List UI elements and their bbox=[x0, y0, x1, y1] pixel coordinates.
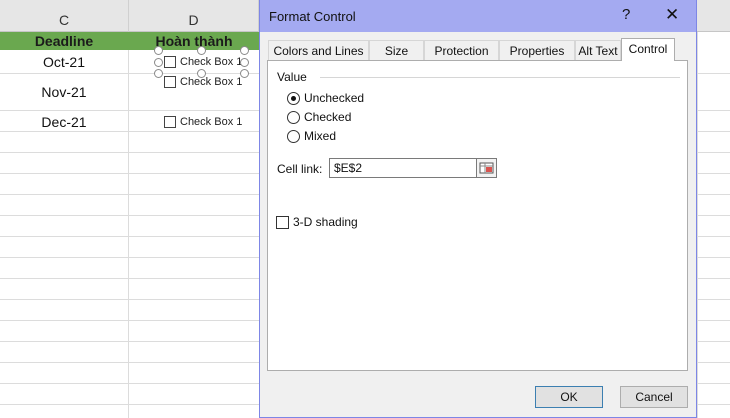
resize-handle[interactable] bbox=[240, 58, 249, 67]
deadline-header[interactable]: Deadline bbox=[0, 32, 128, 50]
checkbox-label: Check Box 1 bbox=[180, 116, 243, 128]
tab-protection[interactable]: Protection bbox=[424, 40, 499, 60]
checkbox-square-icon bbox=[276, 215, 289, 229]
column-header-d[interactable]: D bbox=[129, 0, 259, 32]
done-header[interactable]: Hoàn thành bbox=[129, 32, 259, 50]
resize-handle[interactable] bbox=[197, 46, 206, 55]
tab-colors-and-lines[interactable]: Colors and Lines bbox=[268, 40, 369, 60]
radio-label: Unchecked bbox=[304, 91, 365, 105]
dialog-title: Format Control bbox=[269, 9, 356, 24]
close-icon[interactable]: ✕ bbox=[665, 5, 679, 25]
value-group-label: Value bbox=[277, 70, 307, 84]
checkbox-square-icon bbox=[164, 76, 176, 88]
range-select-icon bbox=[479, 162, 494, 174]
checkbox-label: 3-D shading bbox=[293, 215, 358, 229]
3d-shading-checkbox[interactable]: 3-D shading bbox=[276, 215, 358, 229]
check-box-control-selected[interactable]: Check Box 1 bbox=[164, 56, 242, 68]
radio-checked[interactable]: Checked bbox=[287, 110, 351, 124]
help-button[interactable]: ? bbox=[622, 6, 630, 23]
radio-empty-icon bbox=[287, 129, 300, 143]
radio-unchecked[interactable]: Unchecked bbox=[287, 91, 364, 105]
range-select-button[interactable] bbox=[476, 158, 497, 178]
header-row-fill bbox=[697, 32, 730, 50]
tab-properties[interactable]: Properties bbox=[499, 40, 575, 60]
check-box-control[interactable]: Check Box 1 bbox=[164, 76, 242, 88]
cell-link-input[interactable]: $E$2 bbox=[329, 158, 478, 178]
ok-button[interactable]: OK bbox=[535, 386, 603, 408]
deadline-cell[interactable]: Nov-21 bbox=[0, 84, 128, 100]
radio-label: Checked bbox=[304, 110, 352, 124]
column-header-next[interactable] bbox=[697, 0, 730, 32]
resize-handle[interactable] bbox=[240, 46, 249, 55]
checkbox-label: Check Box 1 bbox=[180, 56, 243, 68]
radio-selected-icon bbox=[287, 91, 300, 105]
deadline-cell[interactable]: Dec-21 bbox=[0, 114, 128, 130]
control-tab-panel: Value Unchecked Checked Mixed Cell link:… bbox=[267, 60, 688, 371]
tab-alt-text[interactable]: Alt Text bbox=[575, 40, 621, 60]
radio-empty-icon bbox=[287, 110, 300, 124]
cell-link-label: Cell link: bbox=[277, 162, 323, 176]
check-box-control[interactable]: Check Box 1 bbox=[164, 116, 242, 128]
resize-handle[interactable] bbox=[197, 69, 206, 78]
group-divider bbox=[320, 77, 680, 78]
resize-handle[interactable] bbox=[154, 46, 163, 55]
resize-handle[interactable] bbox=[154, 58, 163, 67]
radio-mixed[interactable]: Mixed bbox=[287, 129, 336, 143]
column-header-c[interactable]: C bbox=[0, 0, 129, 32]
checkbox-square-icon bbox=[164, 116, 176, 128]
format-control-dialog: Format Control ? ✕ Colors and Lines Size… bbox=[259, 0, 697, 418]
resize-handle[interactable] bbox=[240, 69, 249, 78]
checkbox-label: Check Box 1 bbox=[180, 76, 243, 88]
cancel-button[interactable]: Cancel bbox=[620, 386, 688, 408]
deadline-cell[interactable]: Oct-21 bbox=[0, 54, 128, 70]
grid-line bbox=[697, 32, 698, 418]
grid-line bbox=[128, 32, 129, 418]
checkbox-square-icon bbox=[164, 56, 176, 68]
radio-label: Mixed bbox=[304, 129, 337, 143]
tab-control[interactable]: Control bbox=[621, 38, 675, 61]
tab-size[interactable]: Size bbox=[369, 40, 424, 60]
resize-handle[interactable] bbox=[154, 69, 163, 78]
dialog-titlebar[interactable]: Format Control ? ✕ bbox=[260, 0, 696, 32]
